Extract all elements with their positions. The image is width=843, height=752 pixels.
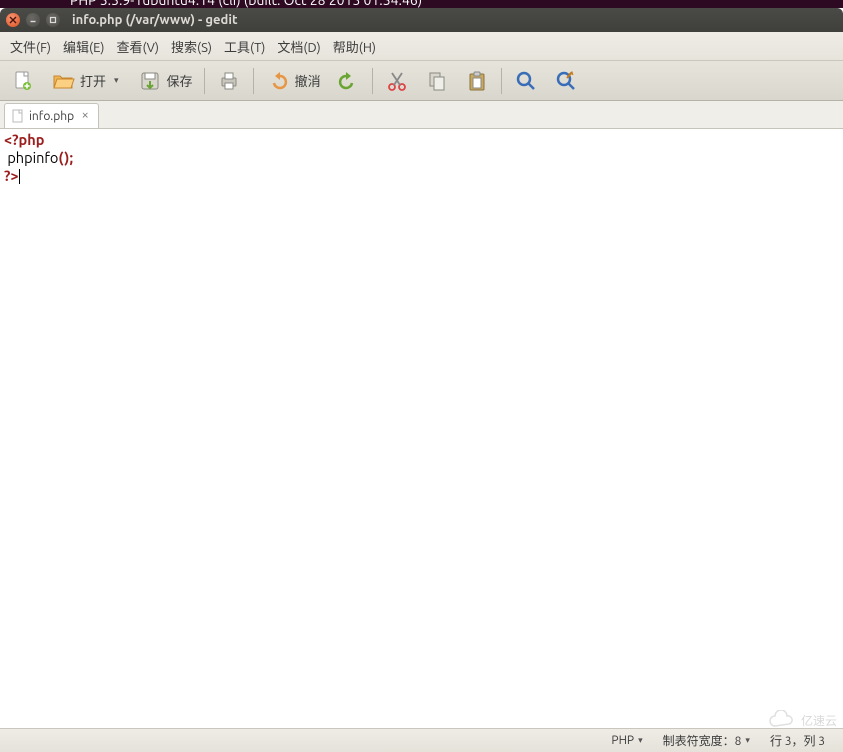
window-title: info.php (/var/www) - gedit [72,13,238,27]
menu-help[interactable]: 帮助(H) [327,33,382,60]
paste-button[interactable] [458,65,496,97]
status-tabwidth-label: 制表符宽度：8 [663,732,742,749]
menu-docs[interactable]: 文档(D) [271,33,326,60]
terminal-text: PHP 5.5.9-1ubuntu4.14 (cli) (built: Oct … [70,0,422,8]
redo-button[interactable] [329,65,367,97]
copy-button[interactable] [418,65,456,97]
status-language-label: PHP [611,734,634,747]
toolbar-separator [204,68,205,94]
menu-edit[interactable]: 编辑(E) [57,33,110,60]
status-tabwidth[interactable]: 制表符宽度：8 ▾ [653,732,760,749]
toolbar-separator [501,68,502,94]
tab-label: info.php [29,110,74,123]
print-button[interactable] [210,65,248,97]
watermark: 亿速云 [767,710,837,730]
paste-icon [464,69,490,93]
text-cursor [19,169,20,184]
code-token: ?> [4,167,19,184]
status-position-label: 行 3，列 3 [770,732,825,749]
print-icon [216,69,242,93]
dropdown-icon: ▾ [638,735,643,746]
cut-button[interactable] [378,65,416,97]
status-position: 行 3，列 3 [760,732,835,749]
background-terminal: PHP 5.5.9-1ubuntu4.14 (cli) (built: Oct … [0,0,843,8]
toolbar-separator [372,68,373,94]
open-label: 打开 [80,71,106,90]
find-replace-button[interactable] [547,65,585,97]
editor-area[interactable]: <?php phpinfo(); ?> [0,129,843,729]
menu-bar: 文件(F) 编辑(E) 查看(V) 搜索(S) 工具(T) 文档(D) 帮助(H… [0,32,843,61]
copy-icon [424,69,450,93]
open-button[interactable]: 打开 ▾ [44,65,129,97]
file-icon [11,109,25,123]
open-dropdown-icon[interactable]: ▾ [110,75,123,86]
tab-bar: info.php × [0,101,843,129]
new-file-icon [10,69,36,93]
menu-search[interactable]: 搜索(S) [165,33,218,60]
cloud-icon [767,710,797,730]
window-titlebar: info.php (/var/www) - gedit [0,8,843,32]
code-token: phpinfo [7,149,58,166]
code-token: (); [58,149,73,166]
status-bar: PHP ▾ 制表符宽度：8 ▾ 行 3，列 3 [0,728,843,752]
window-controls [0,13,66,27]
redo-icon [335,69,361,93]
status-language[interactable]: PHP ▾ [601,734,652,747]
undo-icon [265,69,291,93]
find-button[interactable] [507,65,545,97]
tab-close-button[interactable]: × [78,109,92,123]
minimize-button[interactable] [26,13,40,27]
search-icon [513,69,539,93]
undo-button[interactable]: 撤消 [259,65,327,97]
menu-tools[interactable]: 工具(T) [218,33,271,60]
save-icon [137,69,163,93]
watermark-text: 亿速云 [801,712,837,729]
undo-label: 撤消 [295,71,321,90]
dropdown-icon: ▾ [745,735,750,746]
find-replace-icon [553,69,579,93]
menu-view[interactable]: 查看(V) [111,33,165,60]
code-token: <?php [4,131,44,148]
new-file-button[interactable] [4,65,42,97]
cut-icon [384,69,410,93]
document-tab[interactable]: info.php × [4,103,99,128]
save-button[interactable]: 保存 [131,65,199,97]
menu-file[interactable]: 文件(F) [4,33,57,60]
folder-open-icon [50,69,76,93]
maximize-button[interactable] [46,13,60,27]
save-label: 保存 [167,71,193,90]
toolbar: 打开 ▾ 保存 撤消 [0,61,843,101]
close-button[interactable] [6,13,20,27]
toolbar-separator [253,68,254,94]
